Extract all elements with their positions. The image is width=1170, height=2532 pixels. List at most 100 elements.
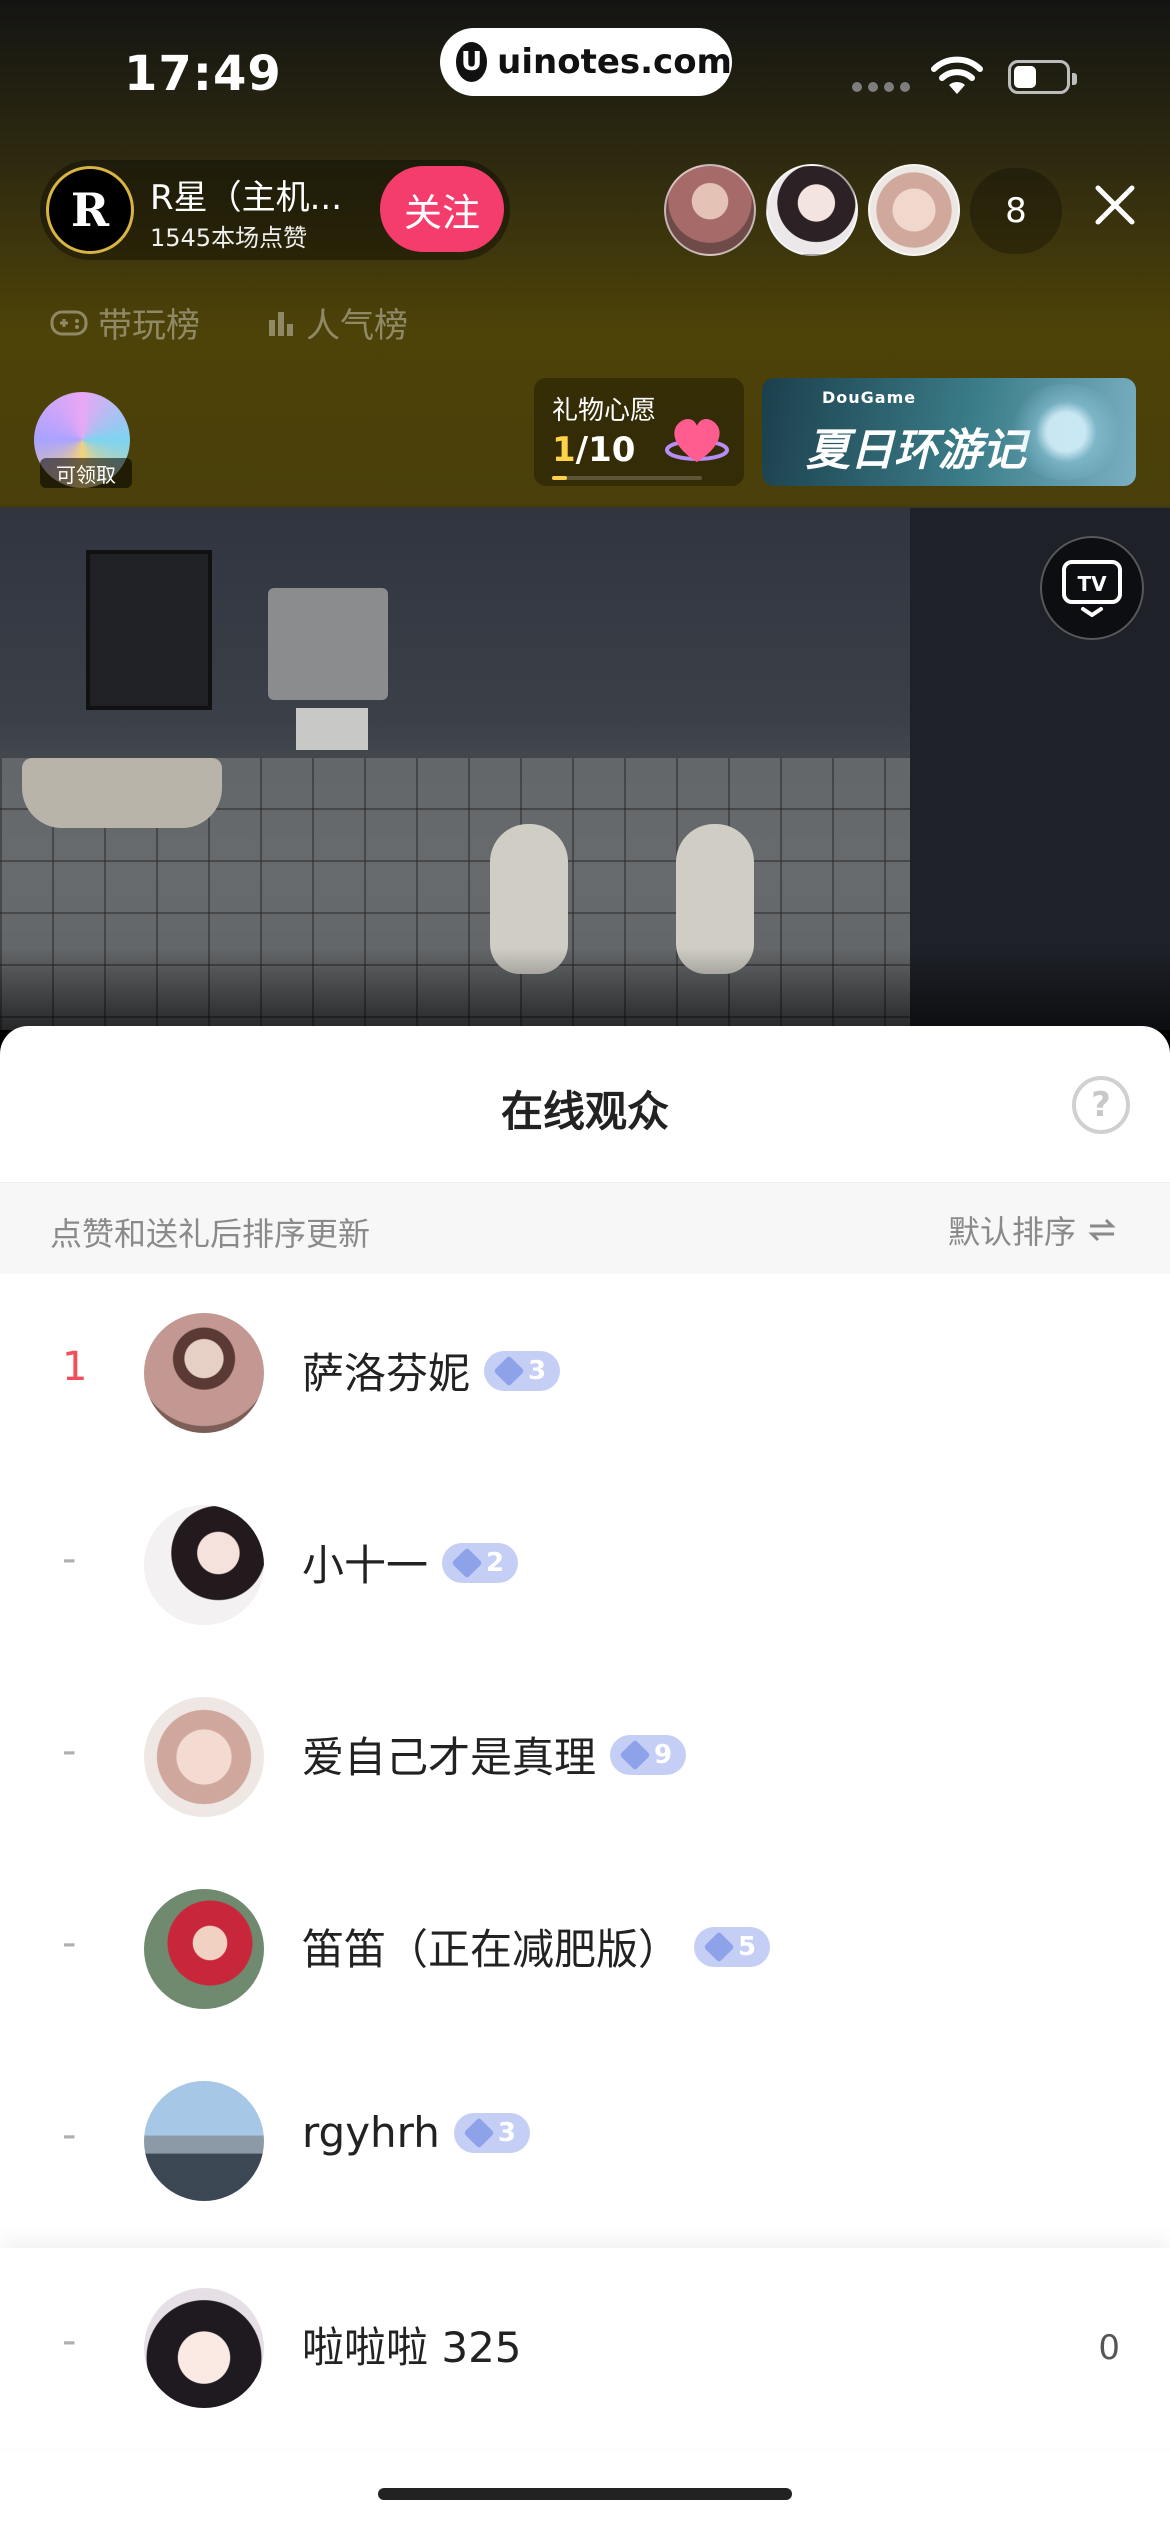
tab-label: 带玩榜 bbox=[98, 306, 200, 346]
level-value: 5 bbox=[738, 1931, 757, 1962]
audience-name-text: 啦啦啦 325 bbox=[302, 2323, 522, 2372]
gift-wish-card[interactable]: 礼物心愿 1/10 bbox=[534, 378, 744, 486]
level-value: 9 bbox=[654, 1739, 673, 1770]
gift-wish-count: 1/10 bbox=[552, 430, 635, 470]
battery-icon bbox=[1008, 60, 1077, 94]
scene-paper bbox=[296, 708, 368, 750]
scene-shadow bbox=[0, 948, 1170, 1030]
heart-icon bbox=[665, 419, 729, 462]
angel-illustration bbox=[1006, 384, 1126, 480]
level-value: 3 bbox=[497, 2117, 516, 2148]
streamer-name: R星（主机... bbox=[150, 178, 343, 218]
reward-label[interactable]: 可领取 bbox=[40, 458, 132, 488]
audience-name: 啦啦啦 325 bbox=[302, 2314, 522, 2375]
swap-icon bbox=[1088, 1218, 1116, 1242]
status-time: 17:49 bbox=[124, 46, 282, 102]
level-value: 3 bbox=[528, 1355, 547, 1386]
audience-name-text: 小十一 bbox=[302, 1541, 429, 1590]
rank-number: - bbox=[62, 2112, 77, 2158]
rank-number: 1 bbox=[62, 1344, 88, 1390]
online-audience-sheet: 在线观众 ? 点赞和送礼后排序更新 默认排序 1 萨洛芬妮 3 - 小十一 2 … bbox=[0, 1026, 1170, 2532]
gift-wish-current: 1 bbox=[552, 430, 576, 470]
avatar[interactable] bbox=[144, 1313, 264, 1433]
audience-name: 爱自己才是真理 9 bbox=[302, 1724, 687, 1785]
live-stream-area: 17:49 U uinotes.com R R星（主机... 1545本场点赞 … bbox=[0, 0, 1170, 1030]
audience-row[interactable]: - rgyhrh 3 bbox=[0, 2046, 1170, 2236]
diamond-icon bbox=[451, 1546, 483, 1579]
diamond-icon bbox=[619, 1738, 651, 1771]
bar-chart-icon bbox=[269, 311, 293, 336]
gift-wish-title: 礼物心愿 bbox=[552, 396, 657, 426]
audience-name: 小十一 2 bbox=[302, 1532, 519, 1593]
event-brand: DouGame bbox=[822, 388, 917, 407]
gamepad-icon bbox=[50, 310, 88, 335]
avatar[interactable] bbox=[144, 1889, 264, 2009]
rank-number: - bbox=[62, 1920, 77, 1966]
gift-wish-progress-fill bbox=[552, 476, 567, 480]
url-pill[interactable]: U uinotes.com bbox=[440, 28, 732, 96]
audience-row[interactable]: 1 萨洛芬妮 3 bbox=[0, 1278, 1170, 1468]
level-badge: 3 bbox=[484, 1350, 561, 1391]
level-value: 2 bbox=[486, 1547, 505, 1578]
diamond-icon bbox=[703, 1930, 735, 1963]
tab-play-ranking[interactable]: 带玩榜 bbox=[50, 298, 200, 347]
contribution-count: 0 bbox=[1098, 2328, 1120, 2368]
level-badge: 9 bbox=[610, 1734, 687, 1775]
audience-name-text: rgyhrh bbox=[302, 2108, 440, 2157]
event-banner[interactable]: DouGame 夏日环游记 bbox=[762, 378, 1136, 486]
viewer-count[interactable]: 8 bbox=[970, 168, 1062, 254]
rank-number: - bbox=[62, 1728, 77, 1774]
audience-name: rgyhrh 3 bbox=[302, 2108, 530, 2157]
rank-number: - bbox=[62, 1536, 77, 1582]
tv-cast-button[interactable]: TV bbox=[1040, 536, 1144, 640]
sheet-title: 在线观众 bbox=[500, 1087, 669, 1136]
scene-sink bbox=[22, 758, 222, 828]
avatar[interactable] bbox=[144, 2288, 264, 2408]
tv-icon: TV bbox=[1062, 560, 1122, 617]
svg-text:TV: TV bbox=[1077, 572, 1107, 596]
stream-video[interactable] bbox=[0, 508, 1170, 1030]
audience-name-text: 萨洛芬妮 bbox=[302, 1349, 471, 1398]
audience-row[interactable]: - 小十一 2 bbox=[0, 1470, 1170, 1660]
viewer-avatar[interactable] bbox=[664, 164, 756, 256]
level-badge: 3 bbox=[453, 2112, 530, 2153]
event-title: 夏日环游记 bbox=[806, 425, 1026, 476]
avatar[interactable] bbox=[144, 1697, 264, 1817]
follow-button[interactable]: 关注 bbox=[380, 166, 504, 252]
avatar[interactable] bbox=[144, 2081, 264, 2201]
tab-label: 人气榜 bbox=[306, 306, 408, 346]
sort-bar: 点赞和送礼后排序更新 默认排序 bbox=[0, 1182, 1170, 1274]
rank-number: - bbox=[62, 2318, 77, 2364]
sort-label: 默认排序 bbox=[947, 1213, 1076, 1251]
ranking-tabs: 带玩榜 人气榜 bbox=[50, 298, 408, 347]
cellular-signal-icon bbox=[852, 82, 910, 92]
level-badge: 5 bbox=[694, 1926, 771, 1967]
tab-popularity-ranking[interactable]: 人气榜 bbox=[266, 298, 408, 347]
wifi-icon bbox=[931, 56, 983, 94]
url-text: uinotes.com bbox=[497, 42, 732, 82]
sort-hint: 点赞和送礼后排序更新 bbox=[50, 1215, 371, 1253]
help-icon[interactable]: ? bbox=[1072, 1076, 1130, 1134]
uinotes-logo-icon: U bbox=[456, 42, 488, 82]
diamond-icon bbox=[463, 2116, 495, 2149]
audience-name-text: 笛笛（正在减肥版） bbox=[302, 1925, 681, 1974]
audience-name: 笛笛（正在减肥版） 5 bbox=[302, 1916, 771, 1977]
level-badge: 2 bbox=[442, 1542, 519, 1583]
viewer-avatar[interactable] bbox=[868, 164, 960, 256]
audience-name: 萨洛芬妮 3 bbox=[302, 1340, 561, 1401]
self-audience-row[interactable]: - 啦啦啦 325 0 bbox=[0, 2248, 1170, 2448]
streamer-avatar[interactable]: R bbox=[46, 166, 134, 254]
avatar[interactable] bbox=[144, 1505, 264, 1625]
viewer-avatar[interactable] bbox=[766, 164, 858, 256]
gift-wish-total: /10 bbox=[575, 430, 636, 470]
audience-row[interactable]: - 爱自己才是真理 9 bbox=[0, 1662, 1170, 1852]
diamond-icon bbox=[493, 1354, 525, 1387]
audience-row[interactable]: - 笛笛（正在减肥版） 5 bbox=[0, 1854, 1170, 2044]
close-icon[interactable] bbox=[1090, 180, 1140, 230]
home-indicator[interactable] bbox=[378, 2488, 792, 2500]
scene-dispenser bbox=[268, 588, 388, 700]
gift-wish-progress bbox=[552, 476, 702, 480]
scene-mirror bbox=[86, 550, 212, 710]
audience-name-text: 爱自己才是真理 bbox=[302, 1733, 597, 1782]
sort-button[interactable]: 默认排序 bbox=[948, 1207, 1116, 1253]
